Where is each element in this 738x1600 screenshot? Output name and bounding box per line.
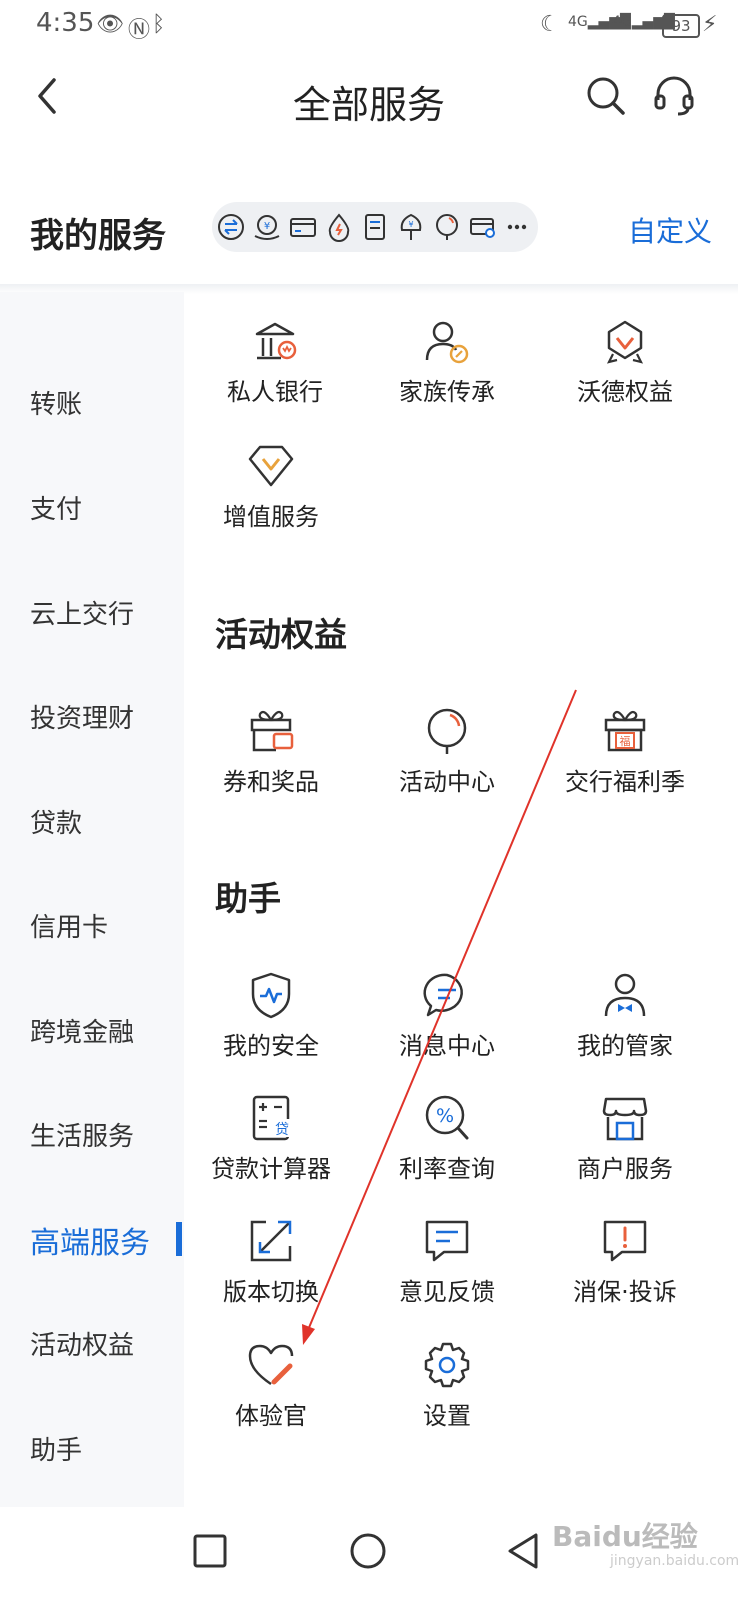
annotation-arrow	[302, 689, 577, 1345]
watermark-logo: Baidu经验	[552, 1520, 698, 1553]
back-icon[interactable]	[502, 1529, 546, 1573]
watermark-url: jingyan.baidu.com	[610, 1553, 738, 1569]
home-icon[interactable]	[346, 1529, 390, 1573]
recent-apps-icon[interactable]	[188, 1529, 232, 1573]
